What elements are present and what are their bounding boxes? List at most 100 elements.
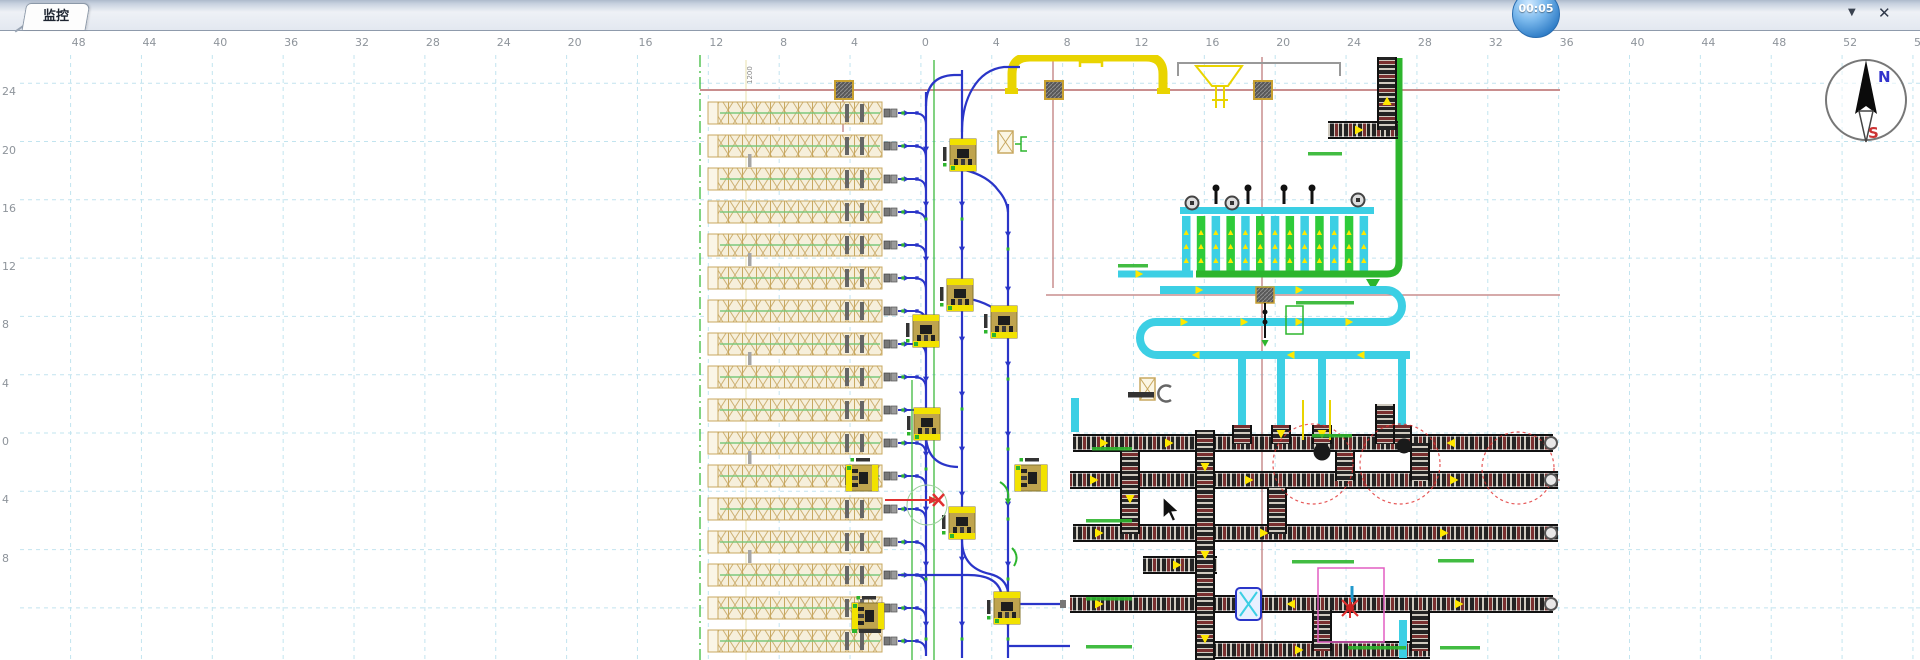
ruler-tick-label: 0: [2, 435, 9, 448]
rack-row[interactable]: [708, 366, 897, 388]
rack-row[interactable]: [708, 333, 897, 355]
agv-id-label: [862, 596, 876, 600]
agv-id-label: [943, 147, 947, 161]
title-bar: 监控 ▼ ✕: [0, 0, 1920, 31]
ruler-tick-label: 4: [2, 377, 9, 390]
ruler-tick-label: 8: [780, 36, 787, 49]
annotation-label: [1438, 559, 1474, 563]
ruler-tick-label: 40: [1631, 36, 1645, 49]
rack-dimension-label: 1200: [746, 66, 754, 84]
ruler-tick-label: 32: [355, 36, 369, 49]
annotation-label: [1086, 519, 1132, 523]
rack-row[interactable]: [708, 102, 897, 124]
annotation-label: [1308, 152, 1342, 156]
annotation-label: [1118, 264, 1148, 268]
ruler-tick-label: 12: [1134, 36, 1148, 49]
overhead-yellow-track: [835, 57, 1340, 108]
agv-path-network: [898, 60, 1070, 660]
ruler-tick-label: 8: [1064, 36, 1071, 49]
ruler-vertical: 2420161284048: [0, 55, 20, 660]
ruler-tick-label: 24: [2, 85, 16, 98]
station-icons: [852, 131, 1480, 650]
ruler-tick-label: 20: [2, 144, 16, 157]
rack-row[interactable]: [708, 399, 897, 421]
agv[interactable]: [943, 139, 976, 171]
annotation-label: [1440, 646, 1480, 650]
mouse-cursor: [1163, 497, 1179, 521]
annotation-label: [1092, 447, 1132, 451]
rack-row[interactable]: [708, 531, 897, 553]
tab-monitoring[interactable]: 监控: [22, 3, 91, 30]
agv-id-label: [987, 600, 991, 614]
annotation-label: [1086, 645, 1132, 649]
close-icon[interactable]: ✕: [1878, 4, 1891, 22]
ruler-tick-label: 44: [1701, 36, 1715, 49]
ruler-tick-label: 36: [284, 36, 298, 49]
agv-id-label: [940, 287, 944, 301]
dropdown-caret-icon[interactable]: ▼: [1848, 7, 1856, 18]
ruler-tick-label: 36: [1560, 36, 1574, 49]
agv-id-label: [984, 314, 988, 328]
compass-north-label: N: [1878, 68, 1891, 86]
area-label: [1128, 392, 1154, 398]
rack-row[interactable]: [708, 267, 897, 289]
charging-station-icon: [835, 81, 853, 99]
annotation-label: [1292, 560, 1354, 564]
rack-row[interactable]: [708, 300, 897, 322]
rack-row[interactable]: [708, 432, 897, 454]
ruler-tick-label: 20: [1276, 36, 1290, 49]
agv[interactable]: [940, 279, 973, 311]
rack-row[interactable]: [708, 168, 897, 190]
rack-row[interactable]: [708, 234, 897, 256]
annotation-label: [1086, 597, 1132, 601]
annotation-label: [1296, 301, 1354, 305]
compass-south-label: S: [1868, 124, 1879, 142]
agv[interactable]: [942, 507, 975, 539]
agv-id-label: [859, 629, 881, 633]
storage-racks: 1200: [708, 66, 897, 652]
rack-row[interactable]: [708, 135, 897, 157]
agv[interactable]: [846, 458, 878, 491]
ruler-tick-label: 40: [213, 36, 227, 49]
rack-row[interactable]: [708, 201, 897, 223]
ruler-tick-label: 8: [2, 552, 9, 565]
timer-badge-text: 00:05: [1518, 2, 1553, 15]
ruler-tick-label: 44: [142, 36, 156, 49]
charging-station-icon: [1254, 81, 1272, 99]
agv-id-label: [856, 458, 870, 462]
ruler-tick-label: 48: [72, 36, 86, 49]
ruler-tick-label: 48: [1772, 36, 1786, 49]
clamp-icon: [1158, 386, 1171, 402]
ruler-tick-label: 4: [2, 493, 9, 506]
agv-id-label: [906, 323, 910, 337]
ruler-tick-label: 32: [1489, 36, 1503, 49]
ruler-tick-label: 12: [709, 36, 723, 49]
annotation-label: [1348, 646, 1406, 650]
ruler-tick-label: 56: [1914, 36, 1920, 49]
agv-id-label: [907, 416, 911, 430]
agv-id-label: [1025, 458, 1039, 462]
outbound-conveyor-loop: [1075, 58, 1410, 436]
ruler-tick-label: 28: [426, 36, 440, 49]
ruler-tick-label: 4: [851, 36, 858, 49]
ruler-tick-label: 12: [2, 260, 16, 273]
ruler-tick-label: 28: [1418, 36, 1432, 49]
charging-station-icon: [1045, 81, 1063, 99]
ruler-tick-label: 16: [1205, 36, 1219, 49]
agv[interactable]: [984, 306, 1017, 338]
tab-label: 监控: [25, 4, 87, 29]
agv[interactable]: [1015, 458, 1047, 491]
agv[interactable]: [906, 315, 939, 347]
ruler-tick-label: 24: [497, 36, 511, 49]
monitoring-window: 1200 N S 监控 ▼ ✕ 00:05 484440363228242016…: [0, 0, 1920, 660]
rack-row[interactable]: [708, 498, 897, 520]
compass-rose: N S: [1826, 60, 1906, 142]
layout-canvas[interactable]: 1200 N S: [0, 0, 1920, 660]
rack-row[interactable]: [708, 630, 897, 652]
rack-row[interactable]: [708, 564, 897, 586]
ruler-tick-label: 8: [2, 318, 9, 331]
ruler-horizontal: 4844403632282420161284048121620242832364…: [0, 30, 1920, 55]
ruler-tick-label: 52: [1843, 36, 1857, 49]
annotation-label: [1312, 434, 1352, 438]
ruler-tick-label: 16: [638, 36, 652, 49]
